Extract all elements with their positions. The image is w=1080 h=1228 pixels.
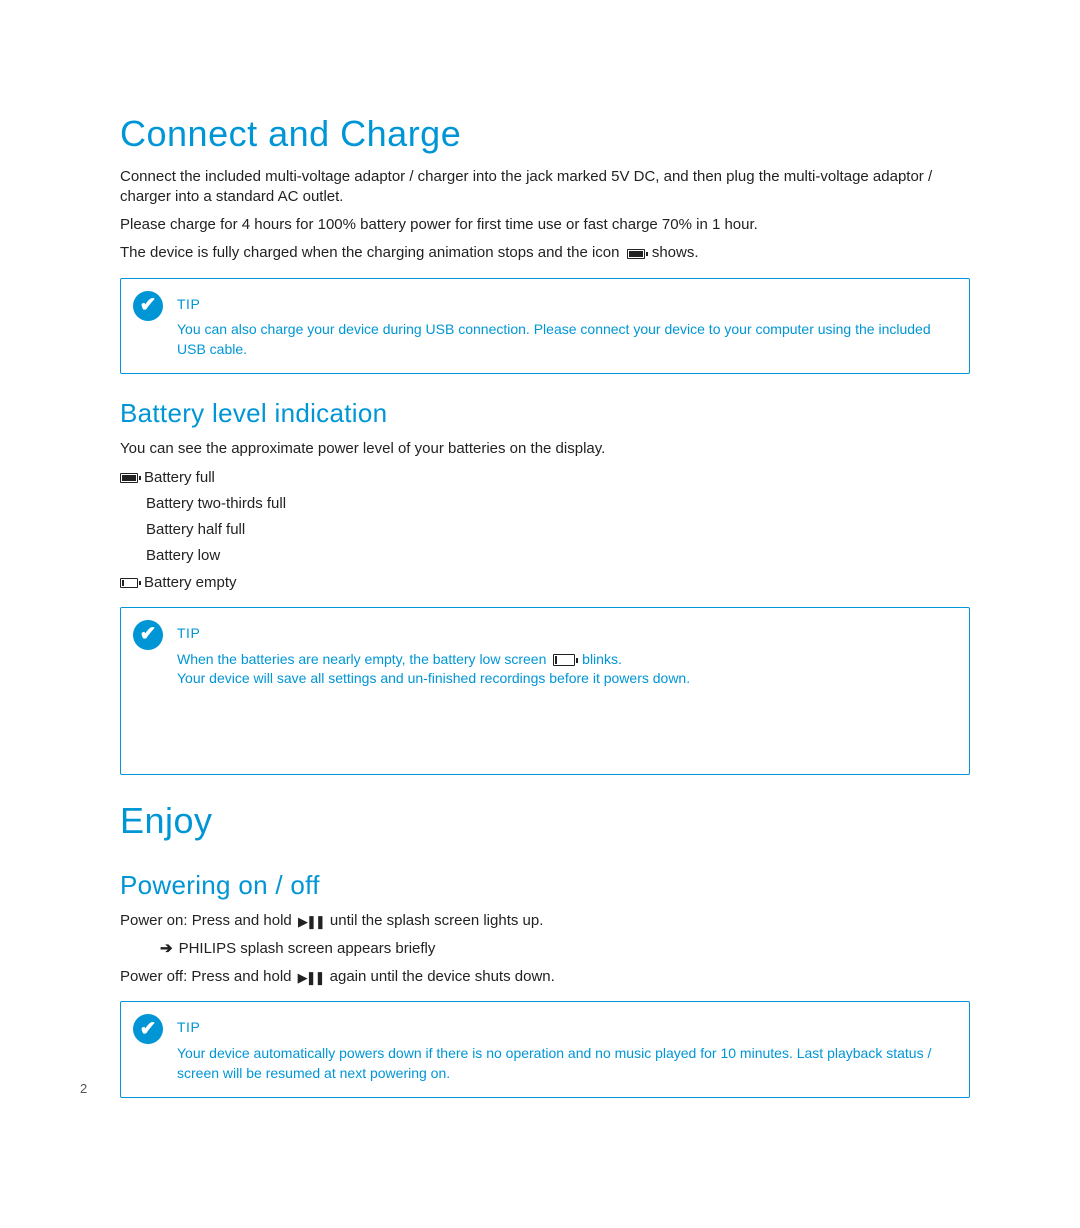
tip-content: TIP You can also charge your device duri… (177, 295, 957, 360)
battery-low-icon (553, 654, 575, 666)
battery-level-empty: Battery empty (120, 573, 970, 593)
manual-page: Connect and Charge Connect the included … (0, 0, 1080, 1228)
battery-label-low: Battery low (146, 546, 220, 566)
text-fully-charged-b: shows. (652, 244, 699, 261)
tip-box-usb-charge: ✔ TIP You can also charge your device du… (120, 278, 970, 375)
play-pause-icon: ▶❚❚ (298, 913, 324, 931)
checkmark-icon: ✔ (133, 1014, 163, 1044)
tip-text-line1a: When the batteries are nearly empty, the… (177, 651, 546, 667)
tip-text-line2: Your device will save all settings and u… (177, 670, 690, 686)
tip-text: You can also charge your device during U… (177, 321, 931, 357)
heading-connect-charge: Connect and Charge (120, 110, 970, 159)
battery-label-half: Battery half full (146, 520, 245, 540)
battery-empty-icon (120, 578, 138, 588)
power-on-text-a: Power on: Press and hold (120, 912, 292, 929)
checkmark-icon: ✔ (133, 620, 163, 650)
page-number: 2 (80, 1080, 87, 1098)
paragraph-fully-charged: The device is fully charged when the cha… (120, 243, 970, 263)
power-off-text-a: Power off: Press and hold (120, 968, 292, 985)
battery-label-full: Battery full (144, 468, 215, 488)
subheading-powering: Powering on / off (120, 868, 970, 903)
battery-full-icon (120, 473, 138, 483)
paragraph-charge-time: Please charge for 4 hours for 100% batte… (120, 215, 970, 235)
heading-battery-indication: Battery level indication (120, 396, 970, 431)
paragraph-power-on: Power on: Press and hold ▶❚❚ until the s… (120, 911, 970, 931)
power-off-text-b: again until the device shuts down. (330, 968, 555, 985)
paragraph-power-off: Power off: Press and hold ▶❚❚ again unti… (120, 967, 970, 987)
tip-content: TIP Your device automatically powers dow… (177, 1018, 957, 1083)
tip-box-battery-low: ✔ TIP When the batteries are nearly empt… (120, 607, 970, 775)
play-pause-icon: ▶❚❚ (298, 969, 324, 987)
battery-level-low: Battery low (120, 546, 970, 566)
paragraph-splash: ➔ PHILIPS splash screen appears briefly (120, 939, 970, 959)
tip-content: TIP When the batteries are nearly empty,… (177, 624, 690, 689)
paragraph-battery-intro: You can see the approximate power level … (120, 439, 970, 459)
tip-text: Your device automatically powers down if… (177, 1045, 931, 1081)
battery-full-icon (627, 249, 645, 259)
checkmark-icon: ✔ (133, 291, 163, 321)
arrow-right-icon: ➔ (160, 939, 173, 959)
battery-level-half: Battery half full (120, 520, 970, 540)
battery-level-two-thirds: Battery two-thirds full (120, 494, 970, 514)
paragraph-connect: Connect the included multi-voltage adapt… (120, 167, 970, 208)
splash-text: PHILIPS splash screen appears briefly (179, 940, 436, 957)
text-fully-charged-a: The device is fully charged when the cha… (120, 244, 619, 261)
battery-label-empty: Battery empty (144, 573, 237, 593)
battery-level-full: Battery full (120, 468, 970, 488)
heading-enjoy: Enjoy (120, 797, 970, 846)
power-on-text-b: until the splash screen lights up. (330, 912, 543, 929)
tip-label: TIP (177, 295, 957, 315)
battery-label-two-thirds: Battery two-thirds full (146, 494, 286, 514)
tip-box-auto-power-down: ✔ TIP Your device automatically powers d… (120, 1001, 970, 1098)
tip-text-line1b: blinks. (582, 651, 622, 667)
tip-label: TIP (177, 1018, 957, 1038)
tip-label: TIP (177, 624, 690, 644)
